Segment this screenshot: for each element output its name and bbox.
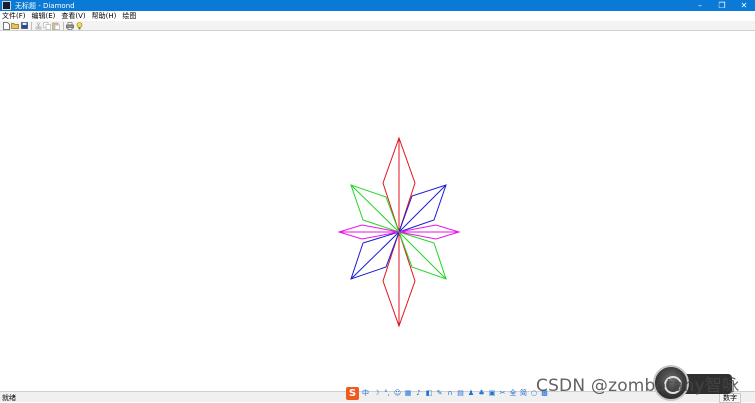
watermark-text: CSDN @zombotany智咏 bbox=[536, 376, 740, 396]
moon-icon[interactable]: ☽ bbox=[372, 389, 381, 398]
app-icon bbox=[2, 1, 11, 10]
menu-file[interactable]: 文件(F) bbox=[2, 11, 26, 21]
drawing-canvas[interactable] bbox=[0, 31, 755, 391]
toolbar-separator bbox=[31, 21, 32, 30]
diamond-drawing bbox=[337, 136, 461, 328]
ime-logo-icon[interactable]: S bbox=[346, 386, 359, 400]
menu-draw[interactable]: 绘图 bbox=[122, 11, 136, 21]
menu-edit[interactable]: 编辑(E) bbox=[32, 11, 56, 21]
paste-icon[interactable] bbox=[52, 22, 60, 30]
copy-icon[interactable] bbox=[43, 21, 51, 30]
toolbar bbox=[0, 21, 755, 31]
cut-icon[interactable] bbox=[34, 21, 42, 30]
maximize-button[interactable]: ❐ bbox=[711, 0, 733, 11]
fullwidth-icon[interactable]: 全 bbox=[509, 389, 518, 398]
menu-view[interactable]: 查看(V) bbox=[61, 11, 85, 21]
help-icon[interactable] bbox=[75, 21, 83, 30]
menu-help[interactable]: 帮助(H) bbox=[92, 11, 117, 21]
toolbar-separator bbox=[63, 21, 64, 30]
game-icon[interactable]: ♣ bbox=[477, 389, 486, 398]
microphone-icon[interactable]: ♪ bbox=[414, 389, 423, 398]
keyboard-icon[interactable]: ▦ bbox=[404, 389, 413, 398]
simplified-icon[interactable]: 简 bbox=[519, 389, 528, 398]
pen-icon[interactable]: ✎ bbox=[435, 389, 444, 398]
emoji-icon[interactable]: ☺ bbox=[393, 389, 402, 398]
punctuation-icon[interactable]: °, bbox=[383, 389, 392, 398]
headset-icon[interactable]: ∩ bbox=[446, 389, 455, 398]
grid-icon[interactable]: ▤ bbox=[456, 389, 465, 398]
user-icon[interactable]: ♟ bbox=[467, 389, 476, 398]
blue-upper-right-axis bbox=[398, 184, 447, 233]
minimize-button[interactable]: – bbox=[689, 0, 711, 11]
tools-icon[interactable]: ✂ bbox=[498, 389, 507, 398]
ime-toolbar: S 中 ☽ °, ☺ ▦ ♪ ◧ ✎ ∩ ▤ ♟ ♣ ▣ ✂ 全 简 ○ ▩ bbox=[346, 386, 549, 400]
title-bar: 无标题 - Diamond – ❐ ✕ bbox=[0, 0, 755, 11]
skin-icon[interactable]: ◧ bbox=[425, 389, 434, 398]
table-icon[interactable]: ▣ bbox=[488, 389, 497, 398]
save-icon[interactable] bbox=[20, 22, 28, 30]
menu-bar: 文件(F) 编辑(E) 查看(V) 帮助(H) 绘图 bbox=[0, 11, 755, 21]
new-icon[interactable] bbox=[2, 21, 10, 30]
window-title: 无标题 - Diamond bbox=[15, 1, 75, 10]
window-controls: – ❐ ✕ bbox=[689, 0, 755, 11]
close-button[interactable]: ✕ bbox=[733, 0, 755, 11]
open-icon[interactable] bbox=[11, 22, 19, 30]
print-icon[interactable] bbox=[66, 21, 74, 30]
ime-mode-indicator[interactable]: 中 bbox=[361, 389, 371, 398]
